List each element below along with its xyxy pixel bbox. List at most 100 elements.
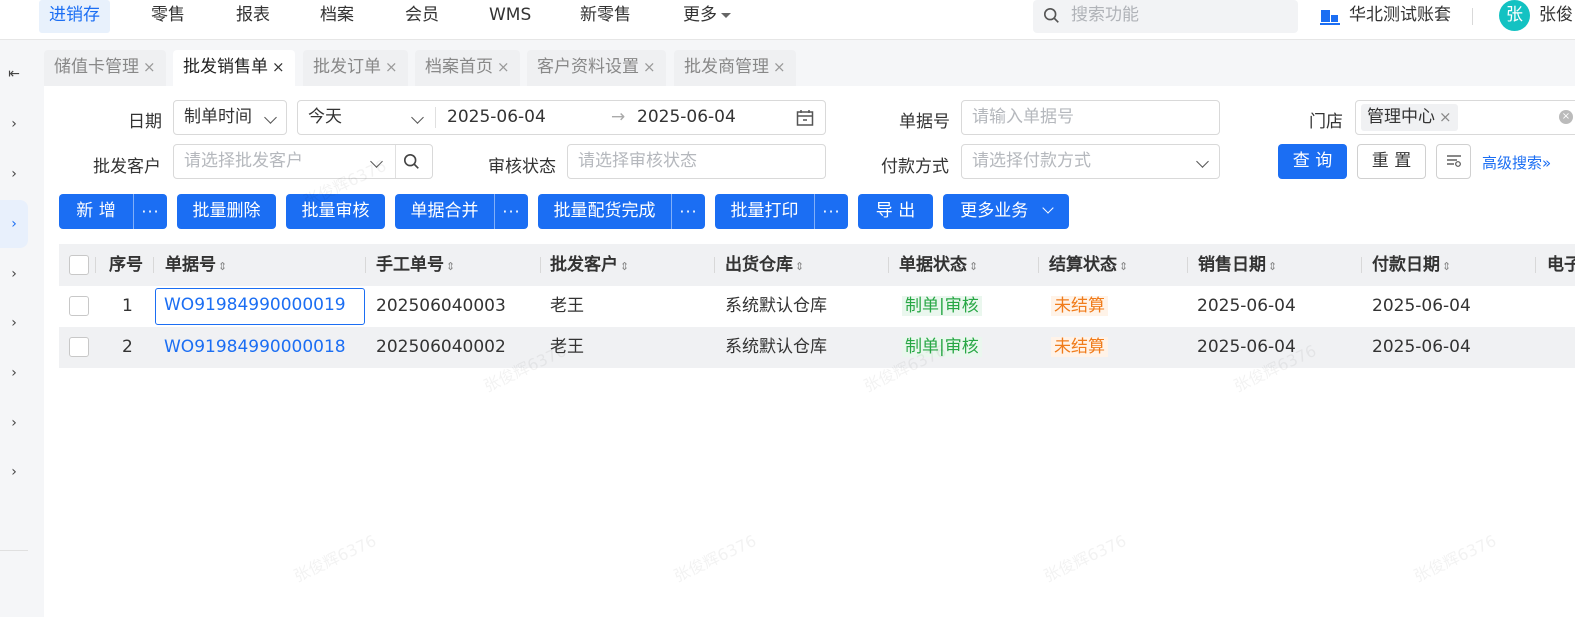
cell-pay-date: 2025-06-04	[1372, 296, 1471, 316]
pay-method-placeholder: 请选择付款方式	[972, 151, 1091, 171]
tab-label: 客户资料设置	[537, 57, 639, 77]
advanced-search-link[interactable]: 高级搜索»	[1482, 152, 1551, 173]
chevron-down-icon	[1196, 155, 1209, 168]
col-settle-status[interactable]: 结算状态 ⇕	[1049, 244, 1128, 286]
date-range-picker[interactable]: 今天 2025-06-04 → 2025-06-04	[297, 100, 826, 135]
add-button[interactable]: 新 增	[59, 194, 133, 229]
table-row[interactable]: 2 WO91984990000018 202506040002 老王 系统默认仓…	[59, 327, 1575, 368]
cell-seq: 1	[122, 296, 133, 316]
caret-down-icon	[721, 12, 731, 18]
more-dots-icon[interactable]: ···	[133, 194, 167, 229]
date-type-select[interactable]: 制单时间	[173, 100, 287, 135]
column-divider	[1187, 257, 1188, 273]
more-business-button[interactable]: 更多业务	[943, 194, 1069, 229]
col-pay-date[interactable]: 付款日期 ⇕	[1372, 244, 1451, 286]
watermark: 张俊辉6376	[290, 530, 380, 586]
watermark: 张俊辉6376	[1040, 530, 1130, 586]
close-icon[interactable]: ×	[272, 58, 285, 76]
table-row[interactable]: 1 WO91984990000019 202506040003 老王 系统默认仓…	[59, 286, 1575, 327]
nav-item-archives[interactable]: 档案	[320, 0, 354, 33]
tab-wholesaler-management[interactable]: 批发商管理 ×	[674, 50, 796, 86]
store-select[interactable]: 管理中心 × ×	[1355, 100, 1575, 135]
username[interactable]: 张俊	[1539, 0, 1573, 31]
nav-item-wms[interactable]: WMS	[489, 0, 531, 33]
rail-chevron-icon[interactable]: ›	[0, 299, 28, 347]
nav-item-new-retail[interactable]: 新零售	[580, 0, 631, 33]
sort-icon: ⇕	[969, 260, 979, 273]
cell-doc-no-link[interactable]: WO91984990000019	[155, 288, 365, 325]
col-customer[interactable]: 批发客户 ⇕	[550, 244, 629, 286]
audit-status-placeholder: 请选择审核状态	[578, 151, 697, 171]
clear-icon[interactable]: ×	[1559, 110, 1573, 124]
reset-button[interactable]: 重 置	[1357, 144, 1426, 179]
collapse-menu-icon[interactable]: ⇤	[0, 50, 28, 98]
avatar[interactable]: 张	[1499, 0, 1530, 31]
col-warehouse[interactable]: 出货仓库 ⇕	[725, 244, 804, 286]
nav-item-reports[interactable]: 报表	[236, 0, 270, 33]
sort-icon: ⇕	[620, 260, 630, 273]
more-dots-icon[interactable]: ···	[671, 194, 705, 229]
batch-delete-button[interactable]: 批量删除	[177, 194, 276, 229]
cell-warehouse: 系统默认仓库	[725, 296, 827, 316]
close-icon[interactable]: ×	[773, 58, 786, 76]
col-doc-status[interactable]: 单据状态 ⇕	[899, 244, 978, 286]
nav-item-more[interactable]: 更多	[683, 0, 731, 33]
more-dots-icon[interactable]: ···	[494, 194, 528, 229]
rail-chevron-icon[interactable]: ›	[0, 150, 28, 198]
batch-print-button[interactable]: 批量打印	[715, 194, 814, 229]
chip-close-icon[interactable]: ×	[1439, 108, 1452, 126]
col-label: 单据状态	[899, 255, 967, 275]
rail-chevron-icon[interactable]: ›	[0, 250, 28, 298]
export-button[interactable]: 导 出	[858, 194, 933, 229]
tab-stored-value-card[interactable]: 储值卡管理 ×	[44, 50, 166, 86]
tab-wholesale-sales[interactable]: 批发销售单 ×	[173, 50, 295, 86]
close-icon[interactable]: ×	[643, 58, 656, 76]
tab-label: 批发订单	[313, 57, 381, 77]
close-icon[interactable]: ×	[385, 58, 398, 76]
watermark: 张俊辉6376	[1410, 530, 1500, 586]
doc-no-input[interactable]: 请输入单据号	[961, 100, 1220, 135]
settle-status-badge: 未结算	[1051, 337, 1108, 357]
row-checkbox[interactable]	[69, 337, 89, 357]
col-einvoice: 电子	[1547, 255, 1575, 275]
audit-status-select[interactable]: 请选择审核状态	[567, 144, 826, 179]
rail-chevron-icon[interactable]: ›	[0, 349, 28, 397]
rail-chevron-icon[interactable]: ›	[0, 399, 28, 447]
tab-archive-home[interactable]: 档案首页 ×	[415, 50, 520, 86]
col-seq: 序号	[109, 255, 143, 275]
customer-select[interactable]: 请选择批发客户	[173, 144, 433, 179]
tab-wholesale-orders[interactable]: 批发订单 ×	[303, 50, 408, 86]
row-checkbox[interactable]	[69, 296, 89, 316]
column-settings-button[interactable]	[1436, 144, 1471, 179]
select-all-checkbox[interactable]	[69, 255, 89, 275]
close-icon[interactable]: ×	[143, 58, 156, 76]
column-divider	[95, 257, 96, 273]
doc-no-placeholder: 请输入单据号	[972, 107, 1074, 127]
col-sale-date[interactable]: 销售日期 ⇕	[1198, 244, 1277, 286]
select-divider	[395, 145, 396, 178]
nav-item-members[interactable]: 会员	[405, 0, 439, 33]
rail-chevron-icon[interactable]: ›	[0, 100, 28, 148]
nav-item-inventory[interactable]: 进销存	[39, 0, 110, 33]
account-name: 华北测试账套	[1349, 5, 1451, 25]
date-end[interactable]: 2025-06-04	[637, 101, 736, 134]
rail-chevron-icon[interactable]: ›	[0, 200, 28, 248]
cell-doc-no-link[interactable]: WO91984990000018	[164, 327, 346, 368]
batch-print-split-button: 批量打印 ···	[715, 194, 848, 229]
close-icon[interactable]: ×	[497, 58, 510, 76]
more-dots-icon[interactable]: ···	[814, 194, 848, 229]
nav-item-retail[interactable]: 零售	[151, 0, 185, 33]
batch-stock-button[interactable]: 批量配货完成	[538, 194, 671, 229]
rail-chevron-icon[interactable]: ›	[0, 448, 28, 496]
col-manual-no[interactable]: 手工单号 ⇕	[376, 244, 455, 286]
date-start[interactable]: 2025-06-04	[447, 101, 546, 134]
col-doc-no[interactable]: 单据号 ⇕	[165, 244, 227, 286]
tab-customer-settings[interactable]: 客户资料设置 ×	[527, 50, 666, 86]
merge-button[interactable]: 单据合并	[395, 194, 494, 229]
function-search[interactable]: 搜索功能	[1033, 0, 1298, 33]
column-divider	[365, 257, 366, 273]
search-icon[interactable]	[403, 153, 421, 171]
pay-method-select[interactable]: 请选择付款方式	[961, 144, 1220, 179]
chevron-down-icon	[411, 111, 424, 124]
query-button[interactable]: 查 询	[1278, 144, 1347, 179]
